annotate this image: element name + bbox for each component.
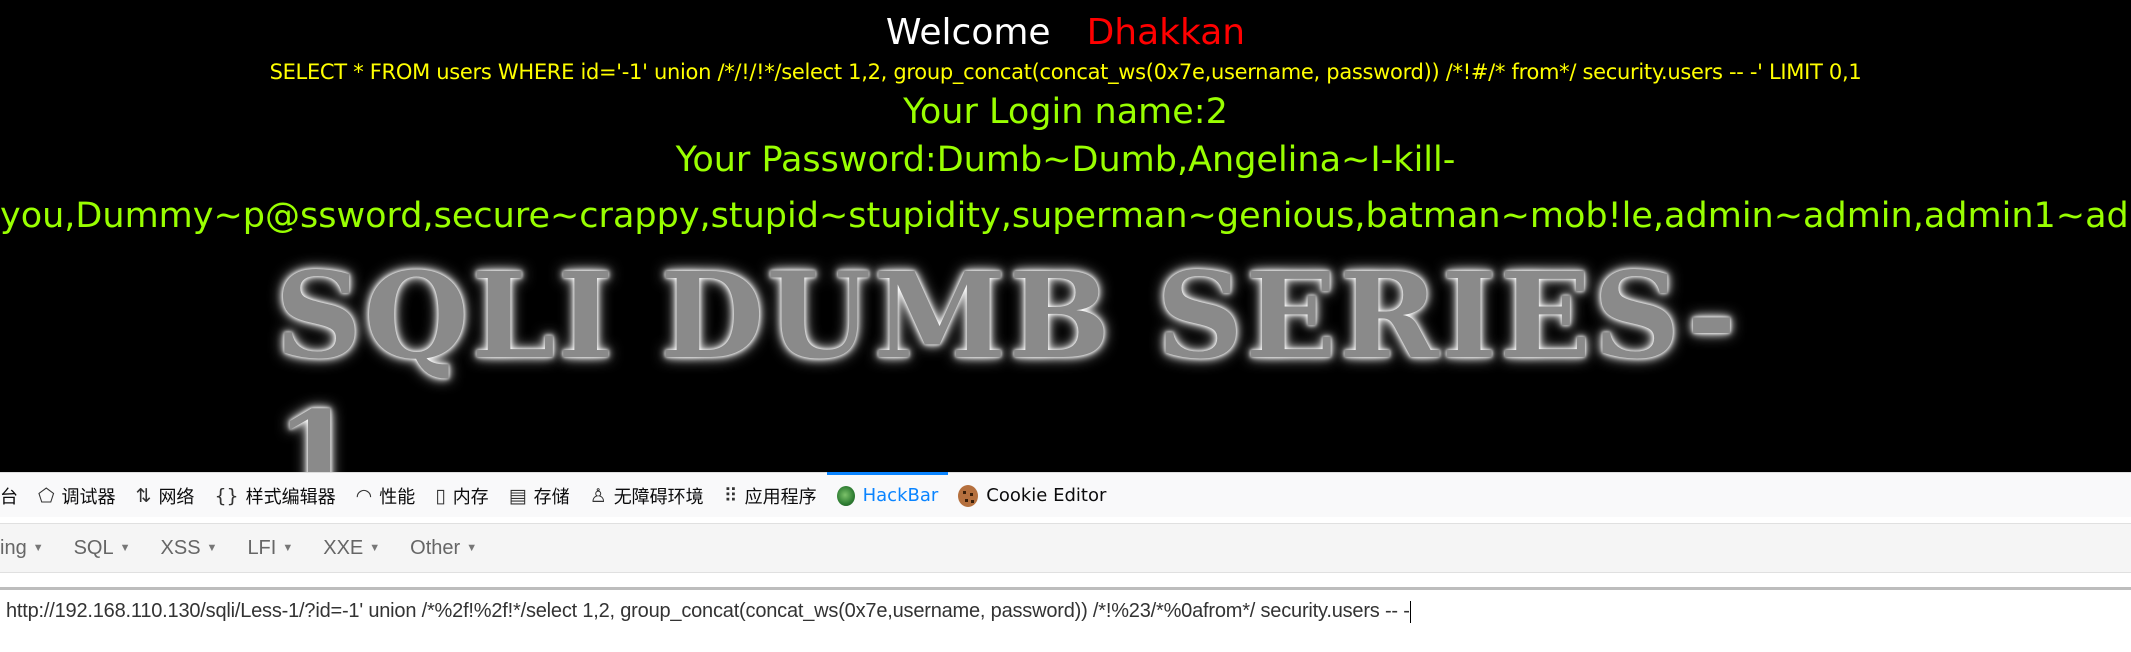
style-editor-icon: {} xyxy=(214,484,239,507)
menu-label: ing xyxy=(0,536,27,559)
menu-lfi[interactable]: LFI ▼ xyxy=(247,537,305,560)
menu-xss[interactable]: XSS ▼ xyxy=(161,537,230,560)
menu-label: XXE xyxy=(323,536,364,559)
tab-debugger[interactable]: ⬠ 调试器 xyxy=(28,473,126,518)
network-icon: ⇅ xyxy=(135,484,152,507)
tab-console[interactable]: 台 xyxy=(0,473,28,518)
hackbar-menu-bar: ing ▼ SQL ▼ XSS ▼ LFI ▼ XXE ▼ Other ▼ xyxy=(0,523,2131,573)
hackbar-icon xyxy=(836,485,855,506)
password-line-2: you,Dummy~p@ssword,secure~crappy,stupid~… xyxy=(0,196,2131,236)
menu-other[interactable]: Other ▼ xyxy=(410,537,489,560)
accessibility-icon: ♙ xyxy=(589,484,607,507)
menu-encoding[interactable]: ing ▼ xyxy=(0,537,56,560)
tab-application[interactable]: ⠿ 应用程序 xyxy=(714,473,827,518)
storage-icon: ▤ xyxy=(508,484,527,507)
tab-label: 网络 xyxy=(158,486,195,508)
tab-label: 无障碍环境 xyxy=(613,486,704,508)
tab-label: 台 xyxy=(0,486,18,508)
devtools-tab-bar: 台 ⬠ 调试器 ⇅ 网络 {} 样式编辑器 ◠ 性能 ▯ 内存 ▤ 存储 ♙ 无障碍环境 ⠿ 应… xyxy=(0,472,2131,519)
caret-down-icon: ▼ xyxy=(282,542,294,554)
password-line-1: Your Password:Dumb~Dumb,Angelina~I-kill- xyxy=(675,140,1456,180)
cookie-icon xyxy=(958,484,979,507)
caret-down-icon: ▼ xyxy=(466,542,478,554)
menu-label: XSS xyxy=(160,536,201,559)
caret-down-icon: ▼ xyxy=(32,542,44,554)
tab-label: 样式编辑器 xyxy=(245,486,336,508)
tab-label: Cookie Editor xyxy=(986,485,1107,506)
menu-label: LFI xyxy=(247,536,277,559)
tab-memory[interactable]: ▯ 内存 xyxy=(425,473,498,518)
tab-label: 应用程序 xyxy=(744,486,817,508)
menu-xxe[interactable]: XXE ▼ xyxy=(323,537,392,560)
tab-label: 内存 xyxy=(452,486,489,508)
menu-label: SQL xyxy=(73,536,114,559)
tab-hackbar[interactable]: HackBar xyxy=(826,472,949,518)
tab-accessibility[interactable]: ♙ 无障碍环境 xyxy=(580,473,714,518)
application-icon: ⠿ xyxy=(723,484,738,507)
welcome-heading: Welcome Dhakkan xyxy=(0,12,2131,53)
caret-down-icon: ▼ xyxy=(119,542,131,554)
performance-icon: ◠ xyxy=(355,484,373,507)
sqli-dumb-series-logo: SQLI DUMB SERIES-1 xyxy=(275,246,1739,472)
sqli-page: Welcome Dhakkan SELECT * FROM users WHERE… xyxy=(0,0,2131,472)
url-text-line[interactable]: http://192.168.110.130/sqli/Less-1/?id=-… xyxy=(6,600,1411,623)
url-value[interactable]: http://192.168.110.130/sqli/Less-1/?id=-… xyxy=(6,600,1410,622)
tab-cookie-editor[interactable]: Cookie Editor xyxy=(948,473,1116,518)
menu-label: Other xyxy=(410,536,461,559)
login-name: Your Login name:2 xyxy=(903,92,1228,132)
debugger-icon: ⬠ xyxy=(38,484,55,507)
tab-network[interactable]: ⇅ 网络 xyxy=(126,473,205,518)
welcome-label: Welcome xyxy=(885,12,1051,53)
tab-label: 存储 xyxy=(533,486,570,508)
text-cursor xyxy=(1409,600,1411,623)
caret-down-icon: ▼ xyxy=(206,542,218,554)
sql-query: SELECT * FROM users WHERE id='-1' union … xyxy=(269,60,1862,84)
tab-style-editor[interactable]: {} 样式编辑器 xyxy=(204,473,345,518)
memory-icon: ▯ xyxy=(435,484,446,507)
caret-down-icon: ▼ xyxy=(369,542,381,554)
tab-label: 调试器 xyxy=(61,486,116,508)
welcome-name: Dhakkan xyxy=(1086,12,1246,53)
url-textarea[interactable]: http://192.168.110.130/sqli/Less-1/?id=-… xyxy=(0,587,2131,652)
tab-storage[interactable]: ▤ 存储 xyxy=(499,473,580,518)
tab-label: 性能 xyxy=(379,486,416,508)
tab-label: HackBar xyxy=(862,485,939,506)
menu-sql[interactable]: SQL ▼ xyxy=(74,537,143,560)
tab-performance[interactable]: ◠ 性能 xyxy=(346,473,426,518)
